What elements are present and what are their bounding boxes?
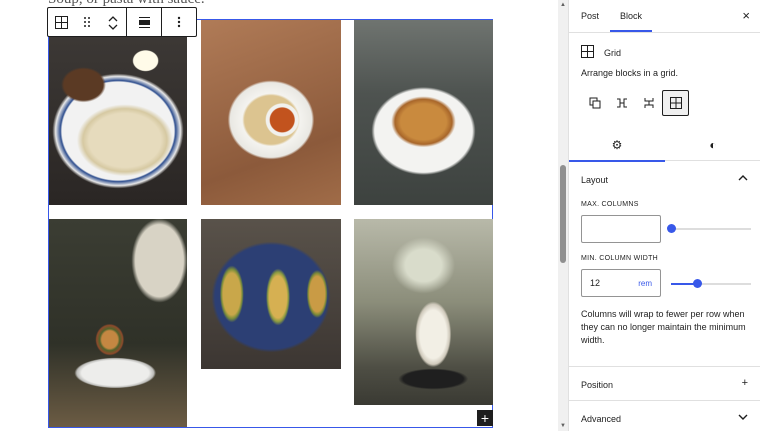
layout-panel-title[interactable]: Layout bbox=[581, 175, 608, 185]
max-columns-slider[interactable] bbox=[667, 224, 751, 234]
tab-post[interactable]: Post bbox=[581, 11, 599, 21]
min-column-width-input[interactable]: 12 rem bbox=[581, 269, 661, 297]
divider bbox=[569, 366, 760, 367]
max-columns-input[interactable] bbox=[581, 215, 661, 243]
drink-image[interactable] bbox=[354, 219, 493, 405]
advanced-panel-title[interactable]: Advanced bbox=[581, 414, 621, 424]
max-columns-label: MAX. COLUMNS bbox=[581, 201, 639, 208]
grid-icon bbox=[581, 45, 594, 60]
min-column-width-value: 12 bbox=[590, 278, 601, 288]
slider-handle[interactable] bbox=[667, 224, 676, 233]
tab-block[interactable]: Block bbox=[609, 11, 653, 32]
chevron-down-icon[interactable] bbox=[738, 412, 748, 424]
block-title: Grid bbox=[604, 47, 622, 58]
more-vertical-icon[interactable] bbox=[162, 8, 196, 36]
position-panel-title[interactable]: Position bbox=[581, 380, 613, 390]
block-description: Arrange blocks in a grid. bbox=[581, 68, 679, 78]
layout-help-text: Columns will wrap to fewer per row when … bbox=[581, 309, 746, 345]
tacos-image[interactable] bbox=[201, 219, 341, 369]
block-toolbar bbox=[47, 7, 197, 37]
unit-select[interactable]: rem bbox=[638, 279, 652, 288]
close-icon[interactable]: × bbox=[742, 8, 750, 23]
fried-noodles-image[interactable] bbox=[354, 20, 493, 205]
move-buttons bbox=[100, 8, 126, 36]
settings-sidebar: Post Block × Grid Arrange blocks in a gr… bbox=[568, 0, 760, 431]
editor-canvas: Soup, or pasta with sauce. bbox=[0, 0, 560, 431]
grid-variation-icon[interactable] bbox=[662, 90, 689, 116]
min-column-width-slider[interactable] bbox=[671, 279, 751, 289]
grid-block[interactable] bbox=[48, 19, 493, 428]
chevron-up-icon[interactable] bbox=[108, 13, 118, 22]
divider bbox=[569, 400, 760, 401]
chevron-down-icon[interactable] bbox=[108, 22, 118, 31]
add-block-button[interactable]: + bbox=[477, 410, 493, 426]
plus-icon[interactable]: + bbox=[742, 377, 748, 389]
chevron-up-icon[interactable] bbox=[738, 172, 748, 184]
scrollbar-thumb[interactable] bbox=[560, 165, 566, 263]
stack-variation-icon[interactable] bbox=[635, 90, 662, 116]
scroll-down-icon[interactable]: ▼ bbox=[558, 423, 568, 429]
group-variation-icon[interactable] bbox=[581, 90, 608, 116]
scroll-up-icon[interactable]: ▲ bbox=[558, 2, 568, 8]
block-card: Grid bbox=[581, 45, 621, 60]
canvas-scrollbar[interactable]: ▲ ▼ bbox=[558, 0, 568, 431]
momos-image[interactable] bbox=[201, 20, 341, 205]
min-column-width-label: MIN. COLUMN WIDTH bbox=[581, 255, 659, 262]
drag-handle-icon[interactable] bbox=[74, 8, 100, 36]
settings-tabs: ⚙ ◐ bbox=[569, 128, 760, 162]
noodles-with-egg-image[interactable] bbox=[49, 20, 187, 205]
row-variation-icon[interactable] bbox=[608, 90, 635, 116]
grid-icon[interactable] bbox=[48, 8, 74, 36]
styles-icon[interactable]: ◐ bbox=[665, 128, 760, 161]
burger-image[interactable] bbox=[49, 219, 187, 427]
gear-icon[interactable]: ⚙ bbox=[569, 128, 665, 162]
justify-icon[interactable] bbox=[127, 8, 161, 36]
block-variations bbox=[581, 90, 689, 116]
sidebar-tabs: Post Block × bbox=[569, 0, 760, 33]
slider-handle[interactable] bbox=[693, 279, 702, 288]
